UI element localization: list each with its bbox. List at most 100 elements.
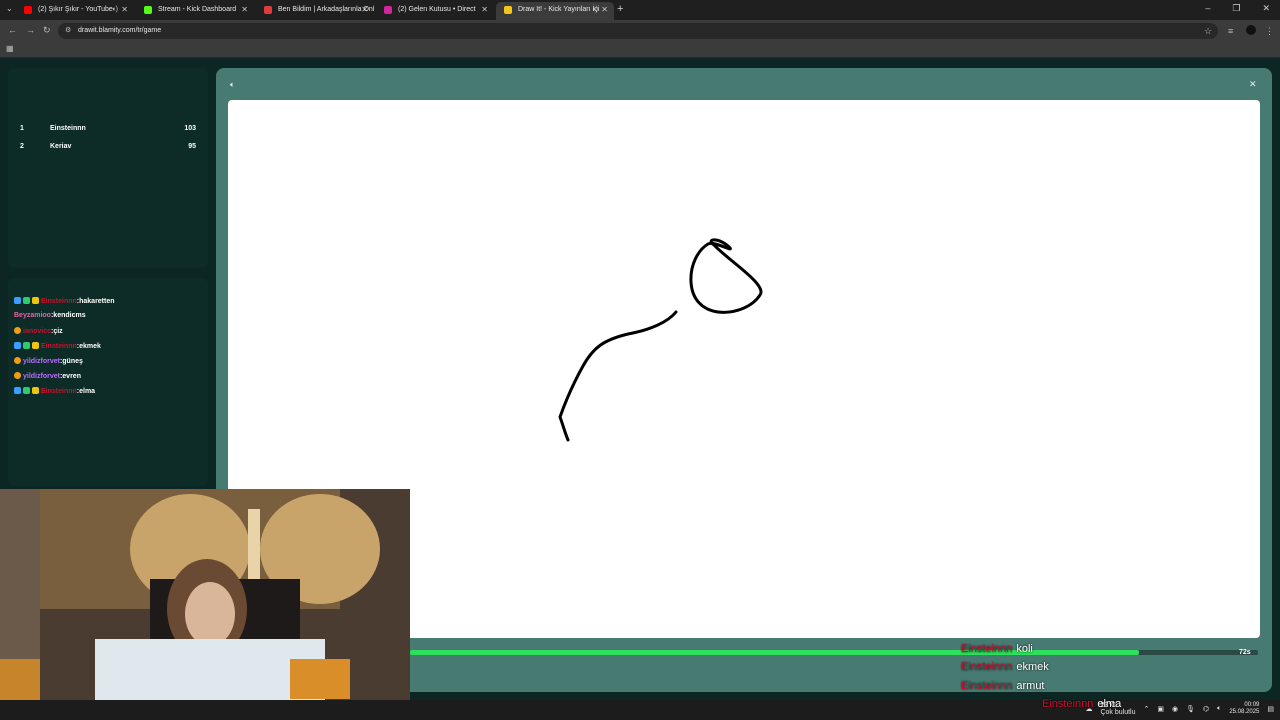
overlay-chat-message: koli [1016, 643, 1033, 655]
sword-badge-icon [14, 342, 21, 349]
tab-label: Draw It! - Kick Yayınları İçi [518, 6, 600, 13]
notifications-icon[interactable]: ▤ [1267, 705, 1274, 713]
clock-time: 00:09 [1244, 702, 1260, 708]
tab-label: Stream - Kick Dashboard [158, 6, 237, 13]
overlay-chat-line: Einsteinnn ekmek [961, 661, 1049, 673]
chat-username[interactable]: Einsteinnn [41, 388, 77, 395]
mod-badge-icon [23, 297, 30, 304]
webcam-feed [0, 489, 410, 720]
chat-username[interactable]: Einsteinnn [41, 343, 77, 350]
weather-widget[interactable]: 23°C Çok bulutlu [1100, 702, 1135, 716]
leaderboard-rank: 1 [20, 125, 24, 132]
chat-text: :elma [76, 388, 96, 395]
chat-text: :hakaretten [76, 298, 115, 305]
volume-icon[interactable]: 🔈︎ [1217, 705, 1221, 713]
apps-grid-icon[interactable]: ▦ [6, 44, 14, 53]
overlay-chat-user: Einsteinnn [961, 680, 1013, 692]
chat-message: ianovicc:çiz [14, 327, 63, 335]
leaderboard-name: Keriav [50, 143, 72, 150]
chat-message: yildizforvet:güneş [14, 357, 83, 365]
crown-badge-icon [32, 342, 39, 349]
crown-badge-icon [32, 297, 39, 304]
tab-close-icon[interactable]: ✕ [241, 2, 248, 18]
crown-badge-icon [32, 387, 39, 394]
bookmarks-bar: ▦ [0, 42, 1280, 58]
tab-close-icon[interactable]: ✕ [361, 2, 368, 18]
chat-username[interactable]: yildizforvet [23, 358, 60, 365]
overlay-chat-message: ekmek [1016, 661, 1049, 673]
mod-badge-icon [23, 387, 30, 394]
chat-text: :ekmek [76, 343, 101, 350]
weather-desc: Çok bulutlu [1100, 709, 1136, 716]
window-controls: – ❐ ✕ [1205, 3, 1270, 14]
overlay-chat-user: Einsteinnn [961, 643, 1013, 655]
chat-text: :kendicms [50, 312, 86, 319]
menu-dots-icon[interactable]: ⋮ [1265, 26, 1274, 37]
microphone-icon[interactable]: 🎙︎ [1186, 705, 1195, 713]
sword-badge-icon [14, 387, 21, 394]
coin-badge-icon [14, 357, 21, 364]
browser-tab[interactable]: (2) Gelen Kutusu • Direct ✕ [376, 2, 494, 20]
tab-label: (2) Gelen Kutusu • Direct [398, 6, 476, 13]
tab-audio-icon[interactable]: ◖) [111, 2, 118, 18]
close-icon[interactable]: ✕ [1249, 79, 1257, 90]
mod-badge-icon [23, 342, 30, 349]
coin-badge-icon [14, 372, 21, 379]
leaderboard-score: 95 [188, 143, 196, 150]
browser-tab[interactable]: Draw It! - Kick Yayınları İçi ◖) ✕ [496, 2, 614, 20]
browser-tab[interactable]: Stream - Kick Dashboard ✕ [136, 2, 254, 20]
new-tab-button[interactable]: + [617, 3, 623, 15]
network-icon[interactable]: ⌬ [1203, 705, 1209, 713]
url-input[interactable] [58, 23, 1218, 39]
tab-favicon-icon [504, 6, 512, 14]
tray-app-icon[interactable]: ◉ [1172, 705, 1178, 713]
tab-audio-icon[interactable]: ◖) [591, 2, 598, 18]
chat-message: Einsteinnn:ekmek [14, 342, 101, 350]
overlay-chat-line: Einsteinnn armut [961, 680, 1045, 692]
overlay-chat-message: armut [1016, 680, 1045, 692]
weather-icon[interactable]: ☁ [1085, 705, 1092, 713]
minimize-icon[interactable]: – [1205, 3, 1210, 14]
chat-username[interactable]: yildizforvet [23, 373, 60, 380]
clock-date: 25.08.2025 [1229, 709, 1260, 715]
leaderboard-rank: 2 [20, 143, 24, 150]
forward-icon[interactable]: → [26, 25, 35, 35]
weather-temp: 23°C [1100, 702, 1117, 709]
browser-tab[interactable]: (2) Şıkır Şıkır - YouTube ◖) ✕ [16, 2, 134, 20]
leaderboard-score: 103 [184, 125, 196, 132]
tab-close-icon[interactable]: ✕ [601, 2, 608, 18]
back-icon[interactable]: ← [8, 25, 17, 35]
reload-icon[interactable]: ↻ [43, 25, 51, 36]
chat-text: :çiz [51, 328, 63, 335]
tab-close-icon[interactable]: ✕ [121, 2, 128, 18]
browser-tab[interactable]: Ben Bildim | Arkadaşlarınla Onl ✕ [256, 2, 374, 20]
tab-search-icon[interactable]: ⌄ [6, 4, 13, 13]
overlay-chat-user: Einsteinnn [961, 661, 1013, 673]
site-info-icon[interactable]: ⚙ [65, 26, 71, 34]
chat-panel: Einsteinnn:hakaretten Beyzamioo:kendicms i… [8, 278, 208, 486]
tab-favicon-icon [24, 6, 32, 14]
profile-avatar[interactable] [1246, 25, 1256, 35]
sound-toggle-icon[interactable]: 🔈︎ [230, 80, 235, 90]
leaderboard-name: Einsteinnn [50, 125, 86, 132]
media-control-icon[interactable]: ≡ [1228, 26, 1233, 36]
chat-username[interactable]: ianovicc [23, 328, 51, 335]
overlay-chat-line: Einsteinnn koli [961, 643, 1033, 655]
tab-label: Ben Bildim | Arkadaşlarınla Onl [278, 6, 374, 13]
tab-close-icon[interactable]: ✕ [481, 2, 488, 18]
maximize-icon[interactable]: ❐ [1232, 3, 1240, 14]
tab-favicon-icon [144, 6, 152, 14]
system-tray: ☁ 23°C Çok bulutlu ⌃ ▣ ◉ 🎙︎ ⌬ 🔈︎ 00:09 2… [1085, 702, 1274, 716]
tab-label: (2) Şıkır Şıkır - YouTube [38, 6, 113, 13]
tray-app-icon[interactable]: ▣ [1157, 705, 1164, 713]
bookmark-star-icon[interactable]: ☆ [1204, 26, 1212, 37]
coin-badge-icon [14, 327, 21, 334]
url-text: drawit.blamity.com/tr/game [78, 27, 162, 34]
chevron-up-icon[interactable]: ⌃ [1144, 705, 1150, 713]
chat-username[interactable]: Beyzamioo [14, 312, 51, 319]
chat-message: Einsteinnn:elma [14, 387, 95, 395]
chat-username[interactable]: Einsteinnn [41, 298, 77, 305]
clock[interactable]: 00:09 25.08.2025 [1229, 702, 1259, 716]
close-window-icon[interactable]: ✕ [1262, 3, 1270, 14]
leaderboard-panel: 1 Einsteinnn 103 2 Keriav 95 [8, 68, 208, 268]
